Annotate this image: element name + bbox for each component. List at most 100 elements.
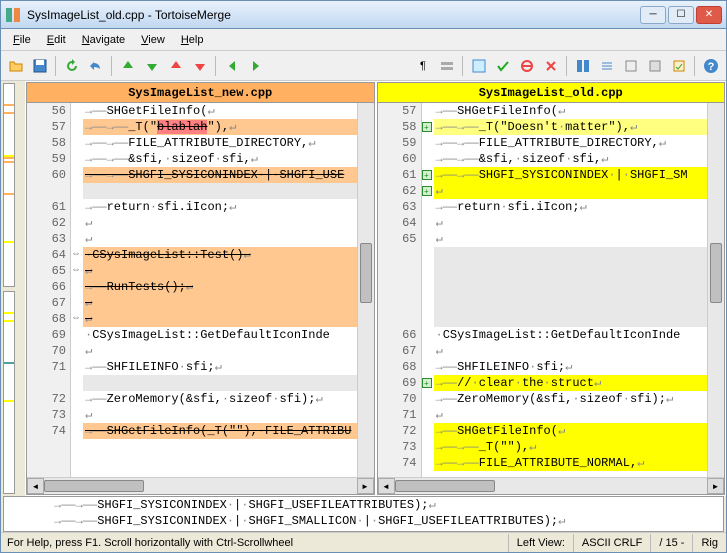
line-number: 57	[378, 103, 421, 119]
code-line[interactable]: →——→——_T("blablah"),↵	[83, 119, 357, 135]
nav-back-icon[interactable]	[221, 55, 243, 77]
code-line[interactable]: ↵	[83, 215, 357, 231]
code-line[interactable]	[434, 247, 708, 263]
diff-marker-icon: ⇔	[71, 248, 81, 259]
code-line[interactable]: →——→——&sfi,·sizeof·sfi,↵	[434, 151, 708, 167]
right-pane: SysImageList_old.cpp 5758596061626364656…	[377, 82, 726, 495]
accept-icon[interactable]	[492, 55, 514, 77]
open-icon[interactable]	[5, 55, 27, 77]
merge-result-pane[interactable]: →——→——SHGFI_SYSICONINDEX·|·SHGFI_USEFILE…	[3, 496, 724, 532]
compare-ws-icon[interactable]	[620, 55, 642, 77]
code-line[interactable]	[434, 295, 708, 311]
right-hscroll[interactable]: ◄ ►	[378, 477, 725, 494]
code-line[interactable]: ↵	[83, 231, 357, 247]
code-line[interactable]	[83, 183, 357, 199]
code-line[interactable]: →——→——FILE_ATTRIBUTE_DIRECTORY,↵	[83, 135, 357, 151]
prev-diff-icon[interactable]	[117, 55, 139, 77]
menu-edit[interactable]: Edit	[39, 32, 74, 48]
code-line[interactable]: ·CSysImageList::GetDefaultIconInde	[83, 327, 357, 343]
merge-line[interactable]: →——→——SHGFI_SYSICONINDEX·|·SHGFI_SMALLIC…	[4, 513, 723, 529]
menu-view[interactable]: View	[133, 32, 173, 48]
left-hscroll[interactable]: ◄ ►	[27, 477, 374, 494]
next-conflict-icon[interactable]	[189, 55, 211, 77]
close-button[interactable]: ✕	[696, 6, 722, 24]
code-line[interactable]: →——RunTests();↵	[83, 279, 357, 295]
wrap-icon[interactable]	[644, 55, 666, 77]
app-icon	[5, 7, 21, 23]
code-line[interactable]: →——ZeroMemory(&sfi,·sizeof·sfi);↵	[83, 391, 357, 407]
status-hint: For Help, press F1. Scroll horizontally …	[1, 537, 508, 549]
code-line[interactable]: →——SHFILEINFO·sfi;↵	[434, 359, 708, 375]
whitespace-icon[interactable]: ¶	[412, 55, 434, 77]
code-line[interactable]: →——→——&sfi,·sizeof·sfi,↵	[83, 151, 357, 167]
line-number: 59	[27, 151, 70, 167]
code-line[interactable]	[434, 279, 708, 295]
code-line[interactable]: →——→——_T(""),↵	[434, 439, 708, 455]
help-icon[interactable]: ?	[700, 55, 722, 77]
main-window: SysImageList_old.cpp - TortoiseMerge ─ ☐…	[0, 0, 727, 553]
line-number: 65	[378, 231, 421, 247]
code-line[interactable]: ↵	[83, 311, 357, 327]
code-line[interactable]: →——SHFILEINFO·sfi;↵	[83, 359, 357, 375]
use-left-icon[interactable]	[468, 55, 490, 77]
code-line[interactable]: →——SHGetFileInfo(_T(""),·FILE_ATTRIBU	[83, 423, 357, 439]
status-pos: / 15 -	[650, 534, 692, 552]
code-line[interactable]: →——→——SHGFI_SYSICONINDEX·|·SHGFI_USE	[83, 167, 357, 183]
code-line[interactable]: →——→——FILE_ATTRIBUTE_NORMAL,↵	[434, 455, 708, 471]
code-line[interactable]: →——SHGetFileInfo(↵	[434, 103, 708, 119]
reject-icon[interactable]	[516, 55, 538, 77]
collapse-icon[interactable]	[596, 55, 618, 77]
merge-line[interactable]: →——→——SHGFI_SYSICONINDEX·|·SHGFI_USEFILE…	[4, 497, 723, 513]
code-line[interactable]: ↵	[434, 231, 708, 247]
code-line[interactable]: ↵	[83, 295, 357, 311]
menu-navigate[interactable]: Navigate	[74, 32, 133, 48]
reload-icon[interactable]	[61, 55, 83, 77]
titlebar[interactable]: SysImageList_old.cpp - TortoiseMerge ─ ☐…	[1, 1, 726, 29]
maximize-button[interactable]: ☐	[668, 6, 694, 24]
menu-help[interactable]: Help	[173, 32, 212, 48]
code-line[interactable]: →——SHGetFileInfo(↵	[83, 103, 357, 119]
menu-file[interactable]: File	[5, 32, 39, 48]
minimize-button[interactable]: ─	[640, 6, 666, 24]
line-number: 72	[27, 391, 70, 407]
code-line[interactable]	[434, 311, 708, 327]
code-line[interactable]: ·CSysImageList::Test()↵	[83, 247, 357, 263]
code-line[interactable]: ↵	[434, 407, 708, 423]
cancel-icon[interactable]	[540, 55, 562, 77]
left-pane: SysImageList_new.cpp 5657585960616263646…	[26, 82, 375, 495]
save-icon[interactable]	[29, 55, 51, 77]
left-overview-gutter[interactable]	[1, 81, 25, 496]
code-line[interactable]: →——→——SHGFI_SYSICONINDEX·|·SHGFI_SM	[434, 167, 708, 183]
code-line[interactable]: →——//·clear·the·struct↵	[434, 375, 708, 391]
right-code-area[interactable]: 575859606162636465666768697071727374 +++…	[378, 103, 725, 477]
line-number: 73	[378, 439, 421, 455]
right-vscroll[interactable]	[707, 103, 724, 477]
status-right: Rig	[692, 534, 726, 552]
view-onepane-icon[interactable]	[572, 55, 594, 77]
code-line[interactable]: ↵	[434, 343, 708, 359]
code-line[interactable]: ↵	[83, 407, 357, 423]
prev-conflict-icon[interactable]	[165, 55, 187, 77]
code-line[interactable]: →——→——FILE_ATTRIBUTE_DIRECTORY,↵	[434, 135, 708, 151]
code-line[interactable]: →——ZeroMemory(&sfi,·sizeof·sfi);↵	[434, 391, 708, 407]
line-number: 58	[378, 119, 421, 135]
code-line[interactable]: →——return·sfi.iIcon;↵	[83, 199, 357, 215]
nav-fwd-icon[interactable]	[245, 55, 267, 77]
next-diff-icon[interactable]	[141, 55, 163, 77]
left-code-area[interactable]: 56575859606162636465666768697071727374 ⇔…	[27, 103, 374, 477]
code-line[interactable]: ↵	[83, 343, 357, 359]
inline-diff-icon[interactable]	[436, 55, 458, 77]
line-number: 66	[378, 327, 421, 343]
code-line[interactable]	[434, 263, 708, 279]
code-line[interactable]	[83, 375, 357, 391]
code-line[interactable]: ↵	[83, 263, 357, 279]
code-line[interactable]: ↵	[434, 183, 708, 199]
left-vscroll[interactable]	[357, 103, 374, 477]
settings-icon[interactable]	[668, 55, 690, 77]
code-line[interactable]: →——SHGetFileInfo(↵	[434, 423, 708, 439]
code-line[interactable]: →——return·sfi.iIcon;↵	[434, 199, 708, 215]
undo-icon[interactable]	[85, 55, 107, 77]
code-line[interactable]: ·CSysImageList::GetDefaultIconInde	[434, 327, 708, 343]
code-line[interactable]: ↵	[434, 215, 708, 231]
code-line[interactable]: →——→——_T("Doesn't·matter"),↵	[434, 119, 708, 135]
